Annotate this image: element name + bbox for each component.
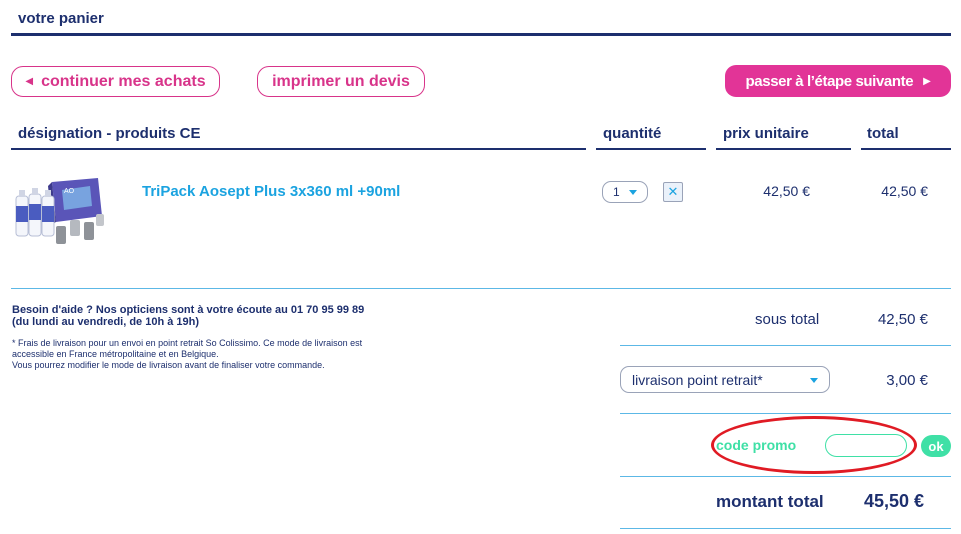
page-title: votre panier <box>18 10 104 27</box>
subtotal-label: sous total <box>755 311 820 328</box>
summary-divider <box>620 345 951 346</box>
quantity-value: 1 <box>613 185 620 199</box>
close-icon: ✕ <box>667 184 679 199</box>
column-header-total: total <box>867 125 899 142</box>
delivery-cost: 3,00 € <box>886 372 928 389</box>
delivery-method-select[interactable]: livraison point retrait* <box>620 366 830 393</box>
print-quote-label: imprimer un devis <box>272 72 410 90</box>
line-total: 42,50 € <box>881 183 928 199</box>
chevron-down-icon <box>629 190 637 195</box>
next-step-button[interactable]: passer à l’étape suivante ▶ <box>725 65 951 97</box>
header-divider <box>596 148 706 150</box>
summary-divider <box>620 528 951 529</box>
product-pack-icon: AO <box>15 178 104 244</box>
subtotal-value: 42,50 € <box>877 311 928 328</box>
header-divider <box>11 148 586 150</box>
continue-shopping-label: continuer mes achats <box>41 72 206 90</box>
chevron-left-icon: ◀ <box>25 76 34 87</box>
summary-divider <box>620 413 951 414</box>
header-divider <box>861 148 951 150</box>
total-label: montant total <box>716 492 824 511</box>
help-line: (du lundi au vendredi, de 10h à 19h) <box>12 316 200 328</box>
product-image[interactable]: AO <box>12 176 108 252</box>
title-divider <box>11 33 951 36</box>
svg-text:AO: AO <box>64 188 75 195</box>
delivery-note: * Frais de livraison pour un envoi en po… <box>12 338 482 371</box>
promo-ok-button[interactable]: ok <box>921 435 951 457</box>
header-divider <box>716 148 851 150</box>
help-line: Besoin d'aide ? Nos opticiens sont à vot… <box>12 304 365 316</box>
product-name-link[interactable]: TriPack Aosept Plus 3x360 ml +90ml <box>142 183 400 200</box>
summary-divider <box>620 476 951 477</box>
remove-item-button[interactable]: ✕ <box>663 182 683 202</box>
column-header-designation: désignation - produits CE <box>18 125 201 142</box>
help-contact: Besoin d'aide ? Nos opticiens sont à vot… <box>12 304 482 328</box>
column-header-quantity: quantité <box>603 125 662 142</box>
note-line: Vous pourrez modifier le mode de livrais… <box>12 360 325 370</box>
column-header-unit-price: prix unitaire <box>723 125 809 142</box>
unit-price: 42,50 € <box>763 183 810 199</box>
section-divider <box>11 288 951 289</box>
continue-shopping-button[interactable]: ◀ continuer mes achats <box>11 66 220 97</box>
note-line: accessible en France métropolitaine et e… <box>12 349 219 359</box>
total-value: 45,50 € <box>864 491 925 511</box>
delivery-method-value: livraison point retrait* <box>632 371 763 388</box>
note-line: * Frais de livraison pour un envoi en po… <box>12 338 363 348</box>
chevron-right-icon: ▶ <box>923 75 931 87</box>
quantity-select[interactable]: 1 <box>602 181 648 203</box>
chevron-down-icon <box>810 378 818 383</box>
highlight-circle <box>711 416 917 474</box>
print-quote-button[interactable]: imprimer un devis <box>257 66 425 97</box>
next-step-label: passer à l’étape suivante <box>745 72 914 90</box>
